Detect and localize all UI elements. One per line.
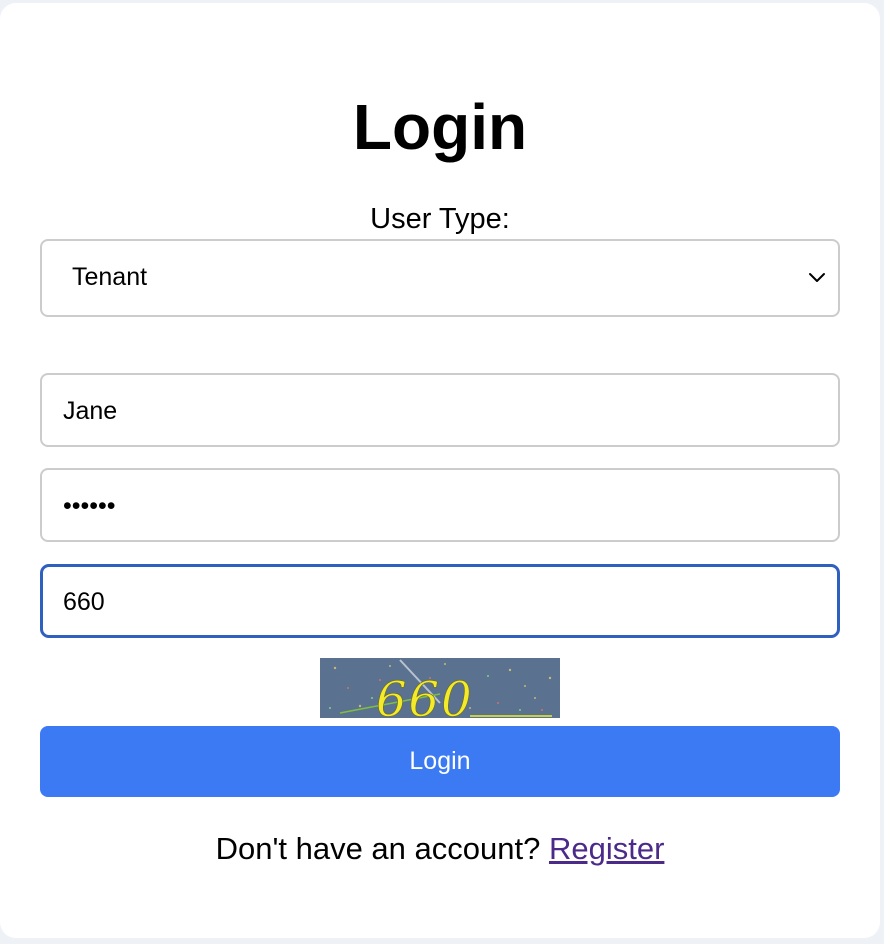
captcha-input[interactable]: 660 [40, 564, 840, 638]
chevron-down-icon [809, 273, 825, 282]
username-value: Jane [63, 397, 118, 425]
register-link[interactable]: Register [549, 831, 664, 866]
password-field[interactable]: •••••• [40, 468, 840, 542]
login-button[interactable]: Login [40, 726, 840, 797]
page-title: Login [352, 91, 528, 163]
login-card: Login User Type: Tenant Jane •••••• 660 [0, 3, 880, 938]
captcha-input-value: 660 [63, 588, 105, 616]
username-field[interactable]: Jane [40, 373, 840, 447]
register-prompt-text: Don't have an account? [215, 831, 541, 866]
captcha-image: 660 [320, 658, 560, 718]
user-type-label: User Type: [370, 203, 510, 235]
user-type-selected-value: Tenant [72, 263, 148, 291]
register-prompt: Don't have an account? Register [0, 829, 880, 869]
password-value: •••••• [63, 492, 116, 520]
user-type-select[interactable]: Tenant [40, 239, 840, 317]
captcha-text: 660 [376, 672, 474, 718]
